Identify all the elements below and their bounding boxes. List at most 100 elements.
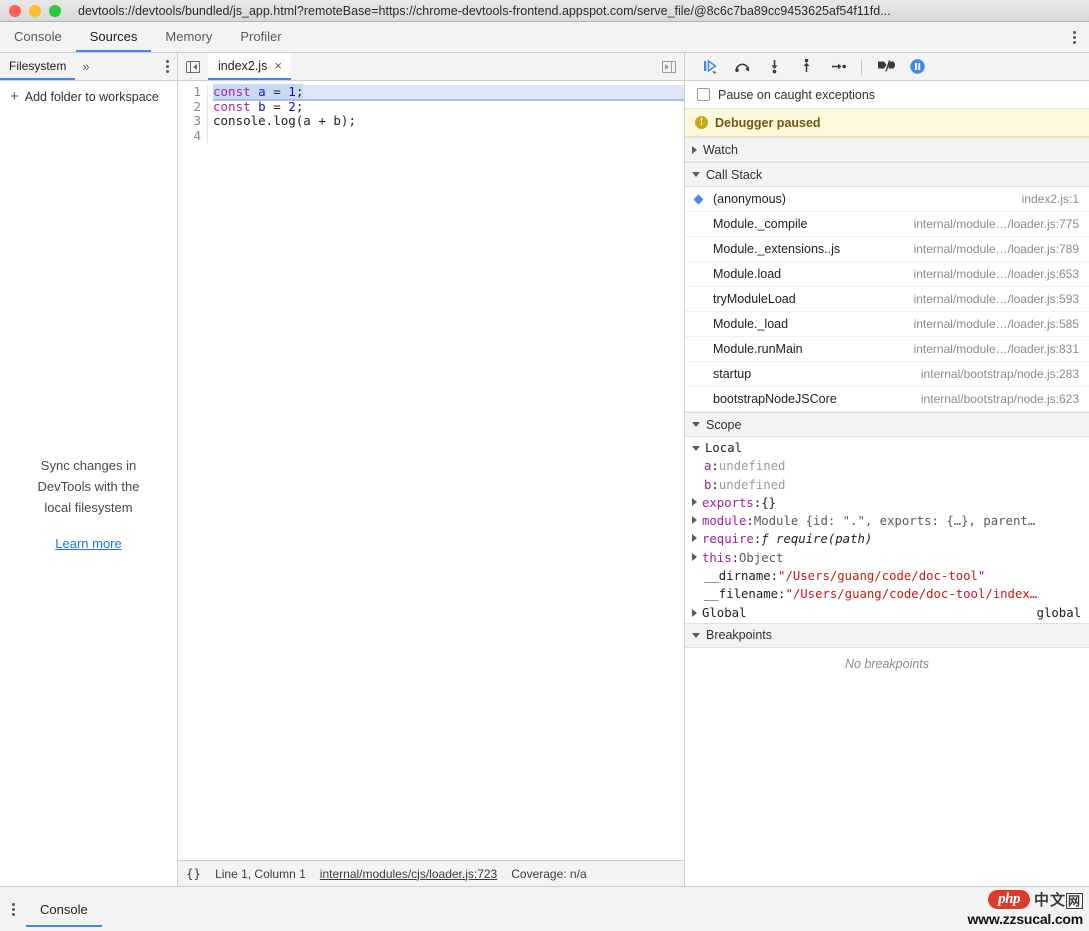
scope-variable-row[interactable]: __filename: "/Users/guang/code/doc-tool/… — [685, 585, 1089, 603]
scope-variable-row[interactable]: a: undefined — [685, 457, 1089, 475]
scope-variable-row[interactable]: require: ƒ require(path) — [685, 530, 1089, 548]
navigator-more-tabs-icon[interactable]: » — [75, 53, 96, 80]
scope-separator: : — [711, 459, 719, 474]
scope-variable-name: require — [702, 532, 754, 547]
window-title-bar: devtools://devtools/bundled/js_app.html?… — [0, 0, 1089, 22]
scope-variable-row[interactable]: this: Object — [685, 549, 1089, 567]
code-token-operator: = — [273, 84, 281, 99]
call-stack-location[interactable]: internal/module…/loader.js:653 — [914, 267, 1079, 281]
scope-variable-value: undefined — [718, 477, 786, 492]
chevron-right-icon[interactable] — [692, 552, 697, 561]
pause-on-exceptions-button[interactable] — [902, 54, 932, 80]
pretty-print-icon[interactable]: {} — [186, 866, 201, 881]
editor-tab-label: index2.js — [218, 58, 268, 73]
add-folder-label: Add folder to workspace — [24, 89, 159, 104]
call-stack-row[interactable]: Module._compile internal/module…/loader.… — [685, 212, 1089, 237]
section-header-watch[interactable]: Watch — [685, 137, 1089, 162]
close-icon[interactable]: × — [274, 59, 282, 72]
section-header-call-stack[interactable]: Call Stack — [685, 162, 1089, 187]
tab-sources[interactable]: Sources — [75, 22, 152, 52]
line-number: 1 — [193, 84, 201, 99]
scope-tree: Local a: undefined b: undefined exports:… — [685, 437, 1089, 623]
coverage-label: Coverage: n/a — [511, 866, 587, 881]
drawer-content — [102, 887, 1089, 931]
call-stack-row[interactable]: (anonymous) index2.js:1 — [685, 187, 1089, 212]
call-stack-row[interactable]: Module._extensions..js internal/module…/… — [685, 237, 1089, 262]
call-stack-location[interactable]: index2.js:1 — [1022, 192, 1079, 206]
scope-variable-name: module — [702, 514, 747, 529]
close-window-button[interactable] — [9, 4, 21, 17]
scope-variable-value: {} — [761, 495, 777, 510]
maximize-window-button[interactable] — [49, 4, 61, 17]
pause-on-caught-exceptions-checkbox[interactable] — [697, 88, 710, 101]
step-into-button[interactable] — [759, 54, 789, 80]
section-header-scope[interactable]: Scope — [685, 412, 1089, 437]
call-stack-location[interactable]: internal/module…/loader.js:831 — [914, 342, 1079, 356]
code-editor[interactable]: 1 2 3 4 const a = 1; const b = 2; consol… — [178, 81, 684, 860]
chevron-right-icon[interactable] — [692, 516, 697, 525]
section-header-breakpoints[interactable]: Breakpoints — [685, 622, 1089, 648]
window-controls — [0, 4, 61, 17]
debugger-sidebar: Pause on caught exceptions ! Debugger pa… — [685, 53, 1089, 886]
main-menu-button[interactable] — [1059, 22, 1089, 52]
editor-tab-index2js[interactable]: index2.js × — [208, 53, 291, 80]
call-stack-row[interactable]: Module._load internal/module…/loader.js:… — [685, 312, 1089, 337]
call-stack-function-name: startup — [713, 367, 752, 381]
scope-separator: : — [778, 587, 786, 602]
tab-memory[interactable]: Memory — [151, 22, 226, 52]
call-stack-location[interactable]: internal/module…/loader.js:789 — [914, 242, 1079, 256]
line-number-gutter: 1 2 3 4 — [178, 84, 208, 144]
code-line-2: const b = 2; — [213, 98, 684, 115]
call-stack-location[interactable]: internal/module…/loader.js:775 — [914, 217, 1079, 231]
step-out-of-current-function-icon — [803, 58, 809, 72]
call-stack-location[interactable]: internal/module…/loader.js:585 — [914, 317, 1079, 331]
show-debugger-panel-button[interactable] — [654, 53, 684, 80]
step-button[interactable] — [823, 54, 853, 80]
chevron-right-icon[interactable] — [692, 497, 697, 506]
scope-variable-name: b — [704, 477, 712, 492]
navigator-menu-button[interactable] — [158, 53, 177, 80]
pause-on-caught-exceptions-row[interactable]: Pause on caught exceptions — [685, 81, 1089, 109]
call-stack-row[interactable]: tryModuleLoad internal/module…/loader.js… — [685, 287, 1089, 312]
scope-group-global[interactable]: Global global — [685, 604, 1089, 622]
drawer-tab-console[interactable]: Console — [26, 893, 102, 927]
step-out-button[interactable] — [791, 54, 821, 80]
call-stack-location[interactable]: internal/bootstrap/node.js:623 — [921, 392, 1079, 406]
tab-profiler[interactable]: Profiler — [226, 22, 295, 52]
devtools-main-tabbar: Console Sources Memory Profiler — [0, 22, 1089, 53]
tab-console[interactable]: Console — [0, 22, 76, 52]
scope-variable-row[interactable]: __dirname: "/Users/guang/code/doc-tool" — [685, 567, 1089, 585]
console-drawer: Console php 中文网 www.zzsucal.com — [0, 886, 1089, 931]
show-navigator-panel-button[interactable] — [178, 53, 208, 80]
chevron-right-icon[interactable] — [692, 534, 697, 543]
navigator-tab-filesystem[interactable]: Filesystem — [0, 53, 76, 80]
call-stack-row[interactable]: bootstrapNodeJSCore internal/bootstrap/n… — [685, 387, 1089, 412]
call-stack-row[interactable]: startup internal/bootstrap/node.js:283 — [685, 362, 1089, 387]
call-stack-row[interactable]: Module.runMain internal/module…/loader.j… — [685, 337, 1089, 362]
scope-variable-row[interactable]: module: Module {id: ".", exports: {…}, p… — [685, 512, 1089, 530]
info-icon: ! — [695, 116, 708, 129]
chevron-right-icon[interactable] — [692, 608, 697, 617]
sources-panel: Filesystem » + Add folder to workspace S… — [0, 53, 1089, 886]
drawer-menu-button[interactable] — [0, 887, 26, 931]
step-over-button[interactable] — [727, 54, 757, 80]
navigator-tabbar: Filesystem » — [0, 53, 177, 81]
code-line-3: console.log(a + b); — [213, 114, 684, 129]
section-title-watch: Watch — [703, 142, 738, 157]
deactivate-breakpoints-button[interactable] — [870, 54, 900, 80]
chevron-right-icon — [692, 145, 697, 154]
line-number: 3 — [193, 113, 201, 129]
minimize-window-button[interactable] — [29, 4, 41, 17]
learn-more-link[interactable]: Learn more — [0, 536, 177, 551]
source-location-link[interactable]: internal/modules/cjs/loader.js:723 — [320, 867, 497, 881]
call-stack-row[interactable]: Module.load internal/module…/loader.js:6… — [685, 262, 1089, 287]
resume-script-execution-button[interactable] — [695, 54, 725, 80]
deactivate-breakpoints-icon — [877, 60, 895, 72]
scope-variable-row[interactable]: exports: {} — [685, 494, 1089, 512]
scope-variable-row[interactable]: b: undefined — [685, 476, 1089, 494]
code-token-punct: ; — [295, 98, 304, 114]
add-folder-to-workspace-button[interactable]: + Add folder to workspace — [0, 81, 177, 112]
call-stack-location[interactable]: internal/bootstrap/node.js:283 — [921, 367, 1079, 381]
call-stack-location[interactable]: internal/module…/loader.js:593 — [914, 292, 1079, 306]
scope-group-local[interactable]: Local — [685, 439, 1089, 457]
